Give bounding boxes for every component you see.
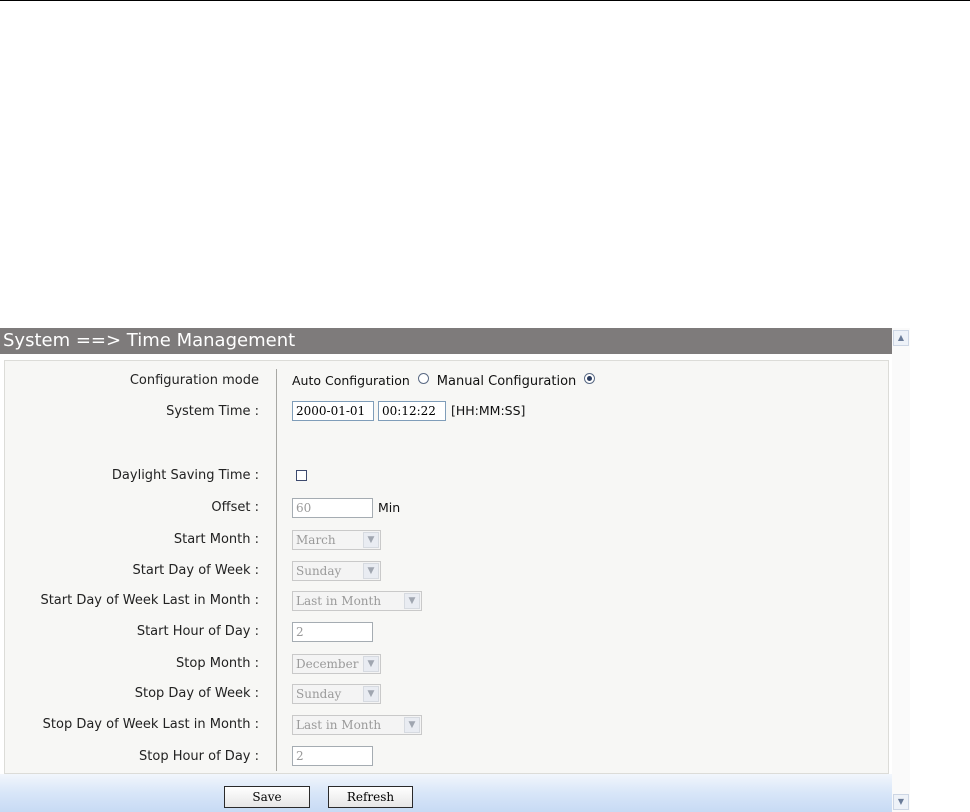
stop-dow-label: Stop Day of Week :	[134, 686, 259, 701]
button-bar: Save Refresh	[0, 774, 892, 812]
start-dow-select[interactable]: Sunday ▼	[292, 561, 381, 581]
stop-month-label: Stop Month :	[176, 656, 259, 671]
chevron-down-icon: ▼	[363, 656, 379, 672]
start-month-label: Start Month :	[173, 532, 259, 547]
stop-dow-last-value: Last in Month	[296, 718, 382, 732]
stop-hour-input[interactable]: 2	[292, 746, 373, 766]
chevron-down-icon: ▼	[363, 563, 379, 579]
chevron-down-icon: ▼	[404, 593, 420, 609]
stop-hour-label: Stop Hour of Day :	[139, 749, 259, 764]
label-divider	[276, 369, 277, 771]
start-dow-last-label: Start Day of Week Last in Month :	[40, 593, 259, 608]
stop-month-select[interactable]: December ▼	[292, 654, 381, 674]
time-management-panel: System ==> Time Management Configuration…	[0, 328, 892, 812]
settings-form: Configuration mode Auto Configuration Ma…	[4, 360, 889, 774]
vertical-scrollbar[interactable]: ▲ ▼	[892, 328, 910, 812]
auto-config-radio[interactable]	[417, 373, 429, 384]
scroll-up-arrow-icon[interactable]: ▲	[893, 330, 909, 346]
save-button[interactable]: Save	[224, 786, 310, 808]
start-hour-input[interactable]: 2	[292, 622, 373, 642]
offset-unit: Min	[378, 500, 401, 515]
offset-label: Offset :	[211, 500, 259, 515]
start-dow-value: Sunday	[296, 564, 342, 578]
start-hour-label: Start Hour of Day :	[136, 624, 259, 639]
stop-month-value: December	[296, 657, 359, 671]
stop-dow-select[interactable]: Sunday ▼	[292, 684, 381, 704]
start-month-value: March	[296, 533, 336, 547]
stop-dow-last-label: Stop Day of Week Last in Month :	[42, 717, 259, 732]
stop-dow-last-select[interactable]: Last in Month ▼	[292, 715, 422, 735]
start-dow-last-select[interactable]: Last in Month ▼	[292, 591, 422, 611]
dst-checkbox[interactable]	[296, 470, 307, 481]
manual-config-radio[interactable]	[584, 373, 596, 384]
manual-config-label: Manual Configuration	[436, 374, 577, 389]
start-dow-label: Start Day of Week :	[132, 563, 259, 578]
chevron-down-icon: ▼	[363, 686, 379, 702]
page-title: System ==> Time Management	[0, 328, 892, 354]
auto-config-label: Auto Configuration	[292, 373, 410, 388]
config-mode-options: Auto Configuration Manual Configuration	[292, 373, 596, 389]
system-time-input[interactable]: 00:12:22	[378, 401, 446, 421]
scroll-down-arrow-icon[interactable]: ▼	[893, 794, 909, 810]
start-month-select[interactable]: March ▼	[292, 530, 381, 550]
system-date-input[interactable]: 2000-01-01	[292, 401, 374, 421]
chevron-down-icon: ▼	[363, 532, 379, 548]
top-border	[0, 0, 970, 1]
chevron-down-icon: ▼	[404, 717, 420, 733]
start-dow-last-value: Last in Month	[296, 594, 382, 608]
system-time-label: System Time :	[166, 404, 259, 419]
dst-label: Daylight Saving Time :	[111, 468, 259, 483]
stop-dow-value: Sunday	[296, 687, 342, 701]
time-format-hint: [HH:MM:SS]	[451, 403, 526, 418]
config-mode-label: Configuration mode	[129, 373, 259, 388]
offset-input[interactable]: 60	[292, 498, 373, 518]
refresh-button[interactable]: Refresh	[328, 786, 413, 808]
